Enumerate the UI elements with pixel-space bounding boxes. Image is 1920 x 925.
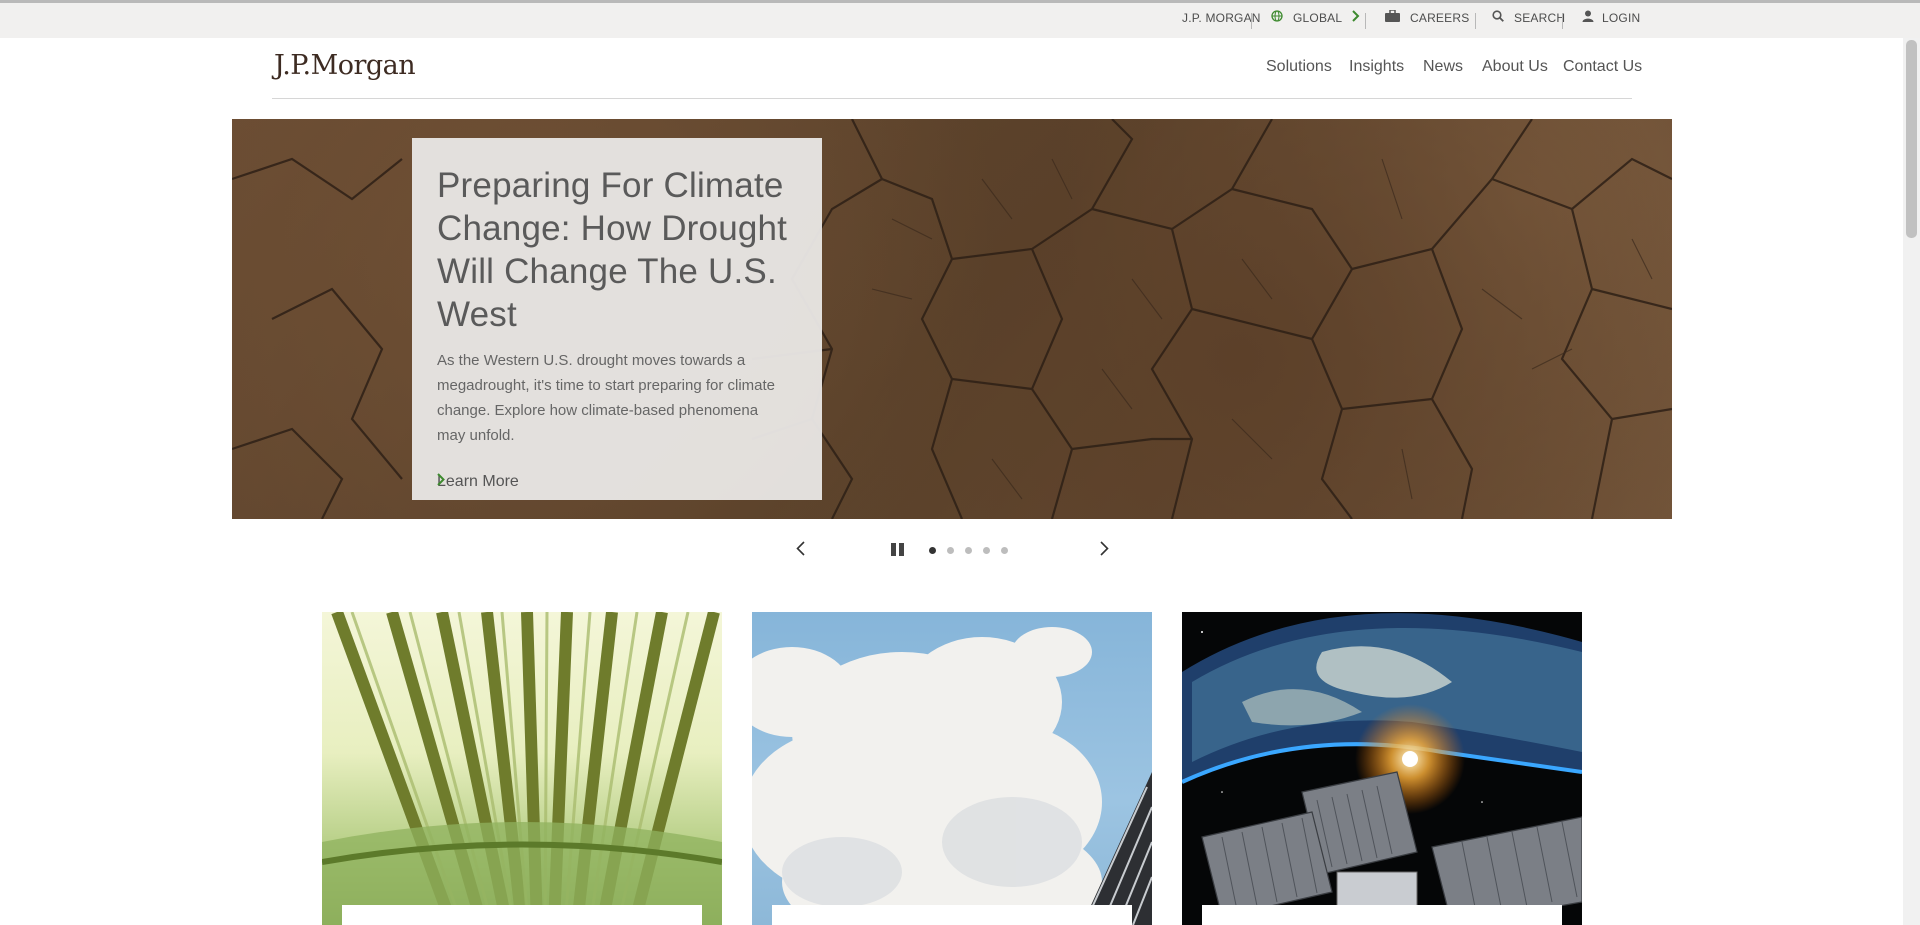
chevron-right-icon — [1099, 541, 1109, 561]
card-image-satellite[interactable] — [1182, 612, 1582, 925]
card-caption-box — [1202, 905, 1562, 925]
card-caption-box — [772, 905, 1132, 925]
chevron-left-icon — [795, 541, 805, 561]
nav-solutions[interactable]: Solutions — [1266, 58, 1332, 76]
jpmorgan-link[interactable]: J.P. MORGAN — [1182, 0, 1261, 35]
nav-insights[interactable]: Insights — [1349, 58, 1404, 76]
carousel-pause-button[interactable] — [891, 543, 905, 558]
search-icon — [1492, 10, 1504, 25]
divider — [1475, 13, 1476, 29]
divider — [1365, 13, 1366, 29]
scrollbar-thumb[interactable] — [1906, 40, 1917, 238]
careers-label: CAREERS — [1410, 10, 1470, 25]
carousel-dot-3[interactable] — [965, 547, 972, 554]
carousel-dot-1[interactable] — [929, 547, 936, 554]
card-image-clouds[interactable] — [752, 612, 1152, 925]
global-label: GLOBAL — [1293, 10, 1343, 25]
carousel-dot-5[interactable] — [1001, 547, 1008, 554]
user-icon — [1582, 10, 1594, 25]
learn-more-label: Learn More — [437, 473, 519, 490]
nav-news[interactable]: News — [1423, 58, 1463, 76]
login-label: LOGIN — [1602, 10, 1641, 25]
header-divider — [272, 98, 1632, 99]
card-image-architecture[interactable] — [322, 612, 722, 925]
nav-contact-us[interactable]: Contact Us — [1563, 58, 1642, 76]
divider — [1251, 13, 1252, 29]
jpmorgan-logo[interactable]: J.P.Morgan — [274, 50, 416, 81]
global-selector[interactable]: GLOBAL — [1271, 0, 1360, 35]
card-caption-box — [342, 905, 702, 925]
pause-icon-bar — [891, 543, 896, 556]
login-link[interactable]: LOGIN — [1582, 0, 1640, 35]
nav-about-us[interactable]: About Us — [1482, 58, 1548, 76]
carousel-next-button[interactable] — [1094, 540, 1114, 562]
hero-card: Preparing For Climate Change: How Drough… — [412, 138, 822, 500]
briefcase-icon — [1385, 9, 1400, 25]
careers-link[interactable]: CAREERS — [1385, 0, 1469, 35]
carousel-prev-button[interactable] — [790, 540, 810, 562]
globe-icon — [1271, 10, 1283, 25]
carousel-dot-2[interactable] — [947, 547, 954, 554]
search-link[interactable]: SEARCH — [1492, 0, 1565, 35]
hero-banner: Preparing For Climate Change: How Drough… — [232, 119, 1672, 519]
pause-icon-bar — [899, 543, 904, 556]
chevron-right-icon — [1352, 10, 1360, 25]
hero-title: Preparing For Climate Change: How Drough… — [437, 166, 788, 334]
carousel-dot-4[interactable] — [983, 547, 990, 554]
learn-more-link[interactable]: Learn More — [437, 473, 527, 491]
hero-description: As the Western U.S. drought moves toward… — [437, 352, 776, 444]
divider — [1562, 13, 1563, 29]
search-label: SEARCH — [1514, 10, 1566, 25]
